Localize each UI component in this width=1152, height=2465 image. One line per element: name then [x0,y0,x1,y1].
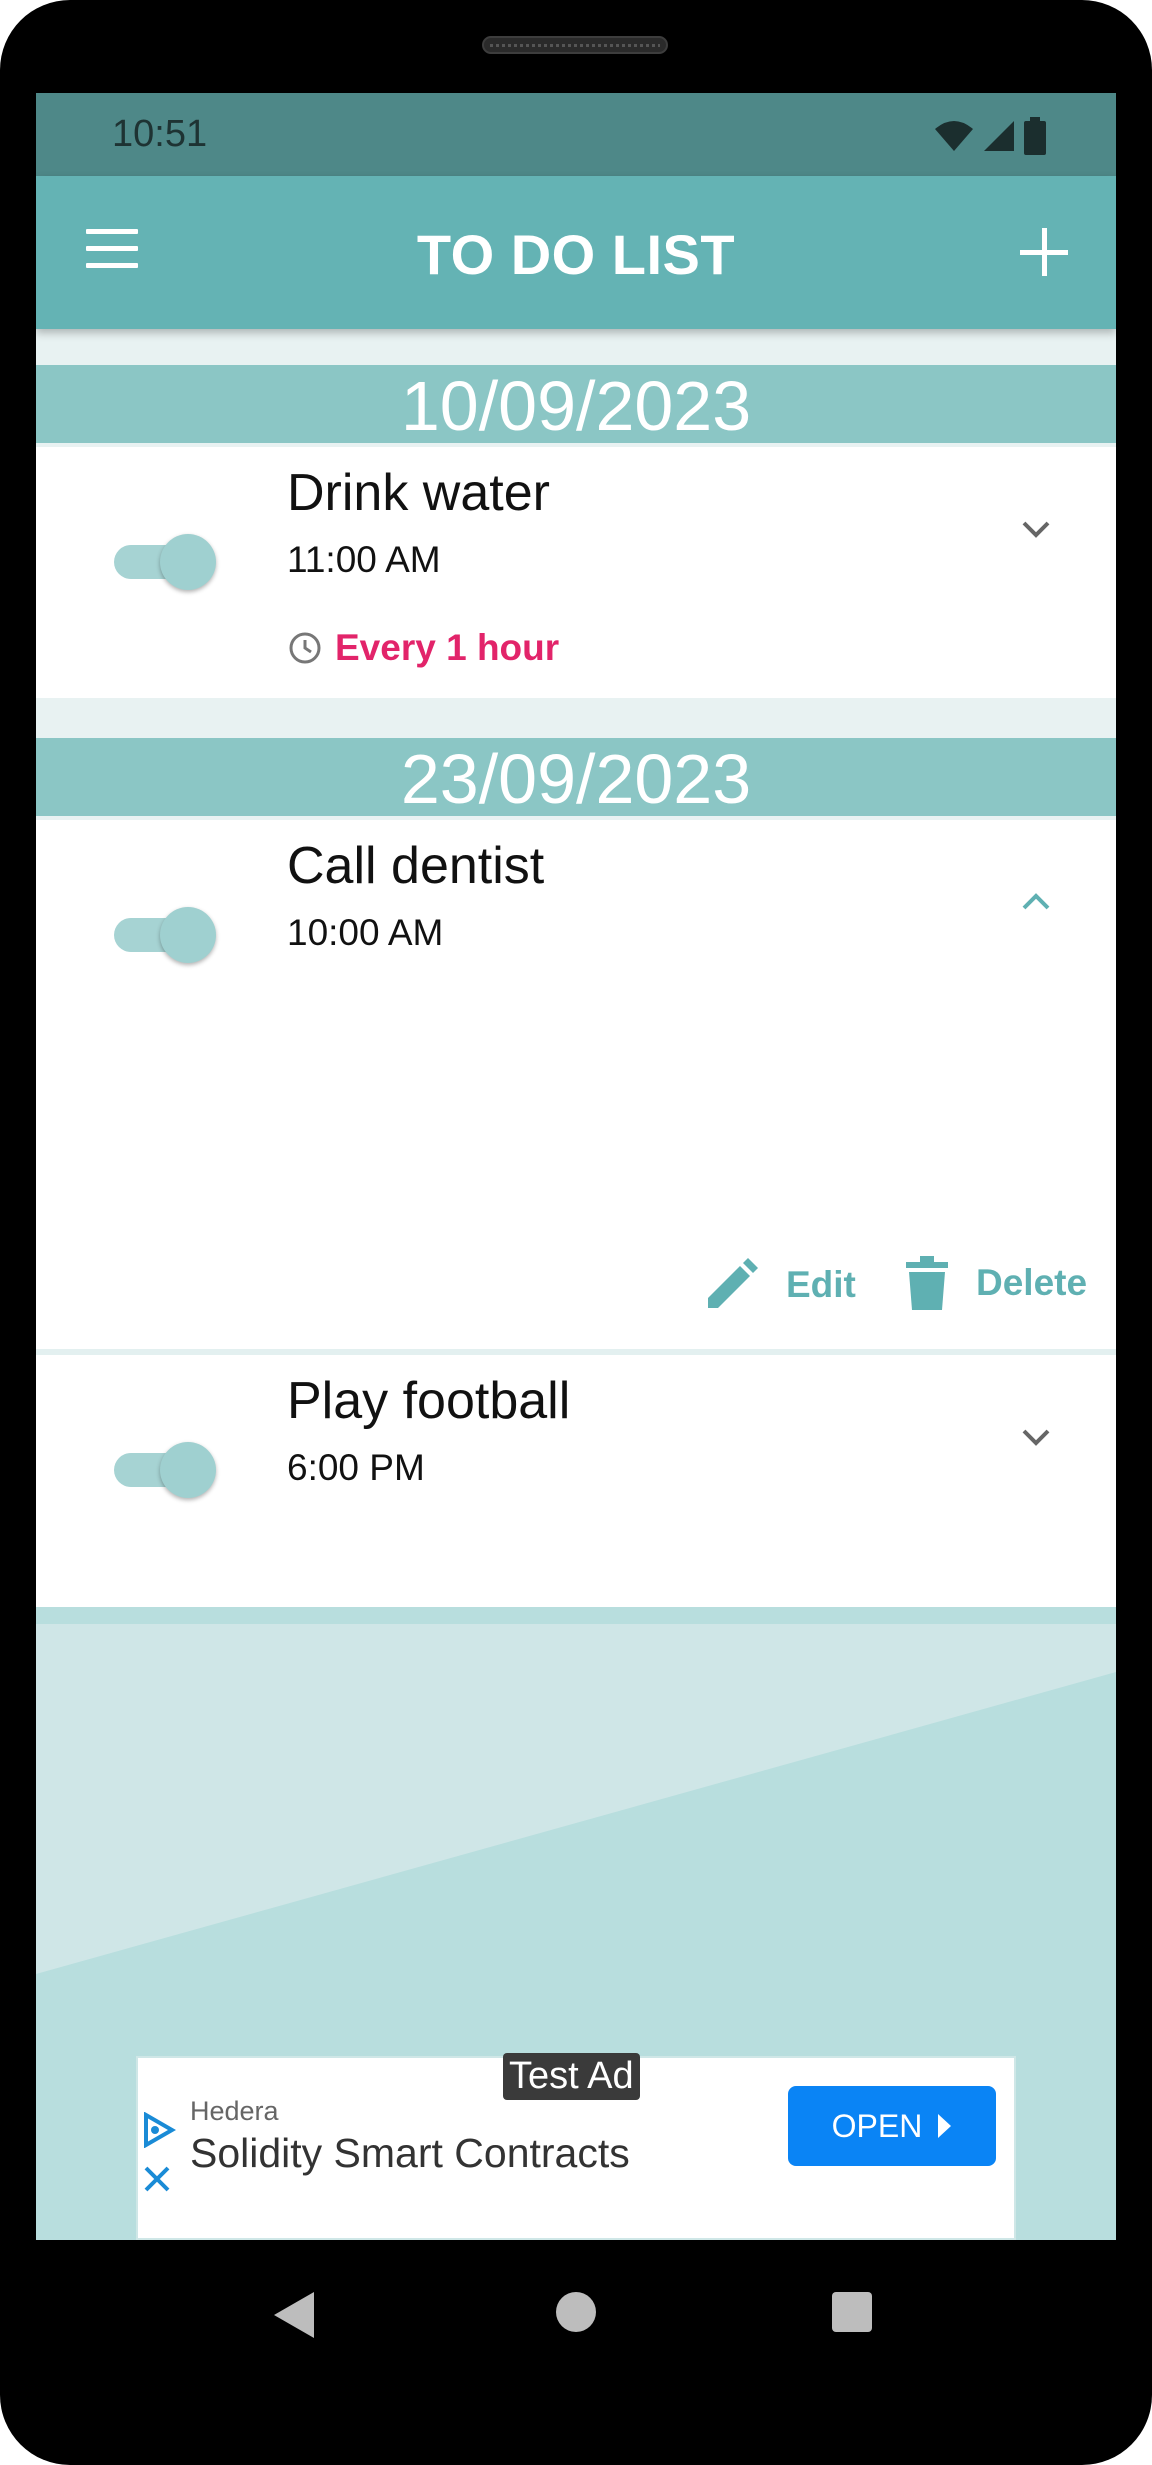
status-time: 10:51 [112,113,208,155]
status-icons [934,117,1046,155]
status-bar: 10:51 [36,93,1116,176]
delete-label: Delete [976,1262,1088,1303]
navigation-bar [0,2240,1152,2390]
test-ad-badge: Test Ad [503,2053,640,2100]
date-header: 23/09/2023 [36,738,1116,818]
list-spacer [36,329,1116,365]
task-time: 10:00 AM [287,912,444,953]
task-title: Drink water [287,464,550,522]
ad-headline[interactable]: Solidity Smart Contracts [190,2130,630,2177]
ad-choices-icon[interactable] [142,2112,176,2148]
page-title: TO DO LIST [416,223,736,286]
date-header: 10/09/2023 [36,365,1116,445]
ad-banner[interactable]: Test Ad Hedera Solidity Smart Contracts … [136,2053,1016,2240]
caret-right-icon [938,2114,952,2138]
signal-icon [984,121,1014,151]
task-list: 10/09/2023 Drink water 11:00 AM Every 1 … [36,329,1116,1607]
phone-frame: 10:51 TO DO LIST 10/09/2023 Drink water … [0,0,1152,2465]
task-title: Call dentist [287,837,545,895]
open-button[interactable]: OPEN [788,2086,996,2166]
task-toggle[interactable] [114,1441,216,1498]
recents-icon[interactable] [830,2290,874,2334]
earpiece-speaker [482,36,668,54]
pencil-icon [708,1258,758,1308]
task-item-play-football[interactable]: Play football 6:00 PM [36,1355,1116,1607]
trash-icon [906,1256,948,1310]
app-screen: 10:51 TO DO LIST 10/09/2023 Drink water … [36,93,1116,2240]
clock-icon [289,632,321,664]
task-toggle[interactable] [114,533,216,590]
task-time: 11:00 AM [287,539,441,580]
home-icon[interactable] [554,2290,598,2334]
delete-button[interactable]: Delete [906,1256,1087,1310]
chevron-up-icon[interactable] [1016,882,1056,922]
close-icon[interactable] [142,2164,172,2194]
chevron-down-icon[interactable] [1016,509,1056,549]
edit-button[interactable]: Edit [704,1258,856,1312]
wifi-icon [935,121,973,151]
repeat-label: Every 1 hour [335,627,560,668]
battery-icon [1024,117,1046,155]
open-label: OPEN [831,2107,923,2144]
task-item-call-dentist[interactable]: Call dentist 10:00 AM Edit Delete [36,820,1116,1349]
chevron-down-icon[interactable] [1016,1417,1056,1457]
task-item-drink-water[interactable]: Drink water 11:00 AM Every 1 hour [36,447,1116,698]
task-toggle[interactable] [114,906,216,963]
add-icon[interactable] [1016,224,1072,280]
back-icon[interactable] [272,2290,316,2340]
group-spacer [36,698,1116,738]
ad-advertiser: Hedera [190,2096,279,2126]
task-time: 6:00 PM [287,1447,425,1488]
task-title: Play football [287,1372,571,1430]
edit-label: Edit [786,1264,856,1305]
app-bar: TO DO LIST [36,176,1116,329]
repeat-info: Every 1 hour [287,627,559,669]
